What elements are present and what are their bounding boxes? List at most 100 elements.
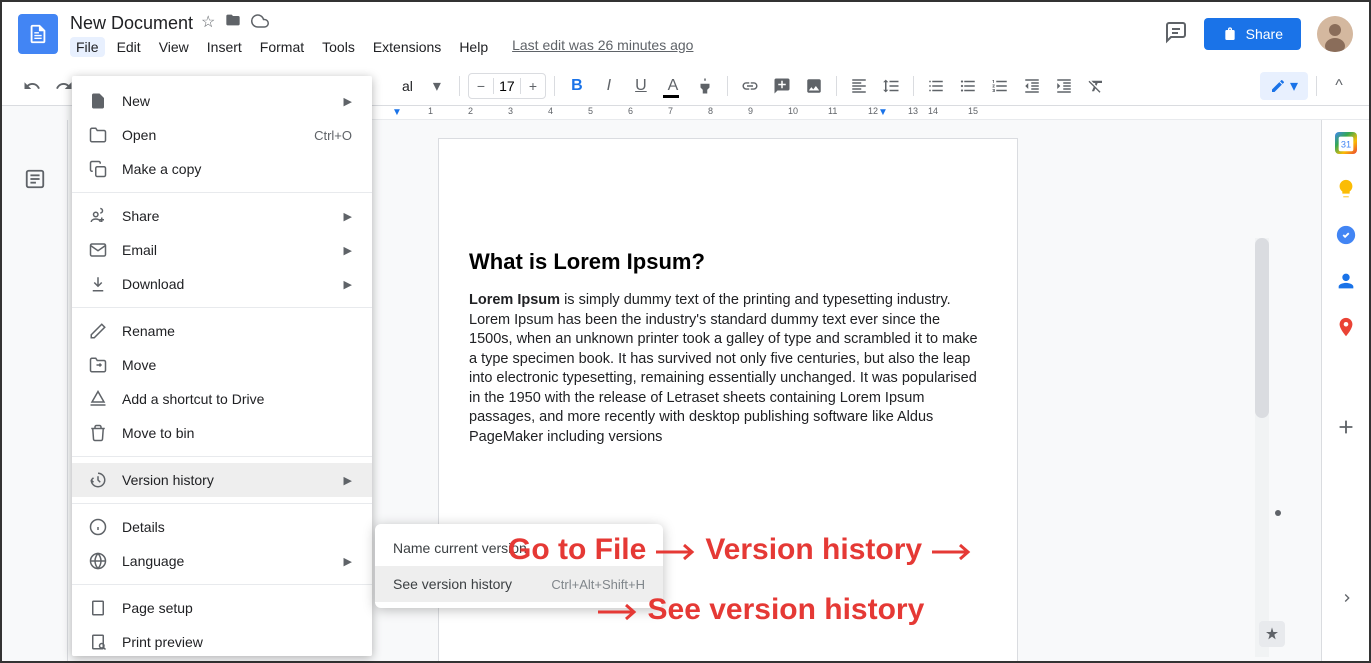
document-heading[interactable]: What is Lorem Ipsum? [469, 249, 987, 275]
ruler-tick: 4 [548, 106, 553, 116]
file-menu-move[interactable]: Move [72, 348, 372, 382]
annotation-line-2: See version history [596, 592, 924, 628]
ruler-tick: 15 [968, 106, 978, 116]
insert-image-button[interactable] [800, 72, 828, 100]
add-comment-button[interactable] [768, 72, 796, 100]
clear-formatting-button[interactable] [1082, 72, 1110, 100]
share-label: Share [1246, 26, 1283, 42]
share-button[interactable]: Share [1204, 18, 1301, 50]
add-app-icon[interactable] [1335, 416, 1357, 438]
menu-extensions[interactable]: Extensions [367, 37, 447, 57]
file-menu-new[interactable]: New ▶ [72, 84, 372, 118]
trash-icon [88, 424, 108, 442]
file-menu-share[interactable]: Share ▶ [72, 199, 372, 233]
file-menu-download[interactable]: Download ▶ [72, 267, 372, 301]
line-spacing-button[interactable] [877, 72, 905, 100]
highlight-button[interactable] [691, 72, 719, 100]
ruler-tick: 11 [828, 106, 837, 116]
outline-icon[interactable] [24, 168, 46, 195]
submenu-arrow-icon: ▶ [344, 474, 352, 487]
file-menu-language[interactable]: Language ▶ [72, 544, 372, 578]
file-menu-version-history[interactable]: Version history ▶ [72, 463, 372, 497]
menu-view[interactable]: View [153, 37, 195, 57]
arrow-icon [930, 542, 974, 562]
submenu-arrow-icon: ▶ [344, 95, 352, 108]
keep-app-icon[interactable] [1335, 178, 1357, 200]
text-color-button[interactable]: A [659, 72, 687, 100]
decrease-font-button[interactable]: − [469, 74, 493, 98]
increase-indent-button[interactable] [1050, 72, 1078, 100]
font-size-value[interactable]: 17 [493, 78, 521, 94]
arrow-icon [654, 542, 698, 562]
bold-button[interactable]: B [563, 72, 591, 100]
submenu-arrow-icon: ▶ [344, 278, 352, 291]
ruler-tick: 9 [748, 106, 753, 116]
font-size-control: − 17 + [468, 73, 546, 99]
menu-format[interactable]: Format [254, 37, 310, 57]
scroll-position-indicator [1275, 510, 1281, 516]
comment-history-icon[interactable] [1164, 20, 1188, 49]
file-menu-rename[interactable]: Rename [72, 314, 372, 348]
file-menu-move-to-bin[interactable]: Move to bin [72, 416, 372, 450]
file-menu-add-shortcut[interactable]: Add a shortcut to Drive [72, 382, 372, 416]
file-menu-page-setup[interactable]: Page setup [72, 591, 372, 625]
print-preview-icon [88, 633, 108, 651]
file-menu-open[interactable]: Open Ctrl+O [72, 118, 372, 152]
maps-app-icon[interactable] [1335, 316, 1357, 338]
increase-font-button[interactable]: + [521, 74, 545, 98]
insert-link-button[interactable] [736, 72, 764, 100]
menu-help[interactable]: Help [453, 37, 494, 57]
cloud-icon[interactable] [251, 12, 269, 35]
numbered-list-button[interactable] [986, 72, 1014, 100]
italic-button[interactable]: I [595, 72, 623, 100]
rename-icon [88, 322, 108, 340]
share-icon [88, 207, 108, 225]
font-selector[interactable]: al [396, 76, 419, 96]
docs-logo[interactable] [18, 14, 58, 54]
email-icon [88, 241, 108, 259]
ruler-tick: 2 [468, 106, 473, 116]
ruler-tick: 5 [588, 106, 593, 116]
underline-button[interactable]: U [627, 72, 655, 100]
last-edit-link[interactable]: Last edit was 26 minutes ago [512, 37, 693, 57]
left-indent-marker[interactable]: ▼ [392, 107, 402, 118]
tasks-app-icon[interactable] [1335, 224, 1357, 246]
font-dropdown-icon[interactable]: ▾ [423, 72, 451, 100]
svg-text:31: 31 [1340, 140, 1350, 150]
contacts-app-icon[interactable] [1335, 270, 1357, 292]
ruler-tick: 8 [708, 106, 713, 116]
calendar-app-icon[interactable]: 31 [1335, 132, 1357, 154]
ruler-tick: 12 [868, 106, 878, 116]
file-menu-email[interactable]: Email ▶ [72, 233, 372, 267]
horizontal-ruler[interactable]: ▼ 1 2 3 4 5 6 7 8 9 10 11 12 ▼ 13 14 15 [372, 106, 1369, 120]
align-button[interactable] [845, 72, 873, 100]
undo-button[interactable] [18, 72, 46, 100]
collapse-side-panel-icon[interactable] [1339, 590, 1355, 611]
document-body[interactable]: Lorem Ipsum is simply dummy text of the … [469, 291, 987, 448]
file-menu-details[interactable]: Details [72, 510, 372, 544]
star-icon[interactable]: ☆ [201, 12, 215, 35]
explore-button[interactable] [1259, 621, 1285, 647]
menu-file[interactable]: File [70, 37, 105, 57]
decrease-indent-button[interactable] [1018, 72, 1046, 100]
right-indent-marker[interactable]: ▼ [878, 107, 888, 118]
menu-edit[interactable]: Edit [111, 37, 147, 57]
expand-button[interactable]: ^ [1325, 72, 1353, 100]
checklist-button[interactable] [922, 72, 950, 100]
submenu-arrow-icon: ▶ [344, 555, 352, 568]
ruler-tick: 10 [788, 106, 798, 116]
editing-mode-button[interactable]: ▾ [1260, 72, 1308, 100]
menu-tools[interactable]: Tools [316, 37, 361, 57]
document-scrollbar[interactable] [1255, 238, 1269, 657]
file-menu-dropdown: New ▶ Open Ctrl+O Make a copy Share ▶ Em… [72, 76, 372, 656]
info-icon [88, 518, 108, 536]
document-title[interactable]: New Document [70, 13, 193, 34]
download-icon [88, 275, 108, 293]
submenu-arrow-icon: ▶ [344, 210, 352, 223]
move-icon[interactable] [225, 12, 241, 35]
file-menu-make-copy[interactable]: Make a copy [72, 152, 372, 186]
bullet-list-button[interactable] [954, 72, 982, 100]
user-avatar[interactable] [1317, 16, 1353, 52]
menu-insert[interactable]: Insert [201, 37, 248, 57]
file-menu-print-preview[interactable]: Print preview [72, 625, 372, 656]
